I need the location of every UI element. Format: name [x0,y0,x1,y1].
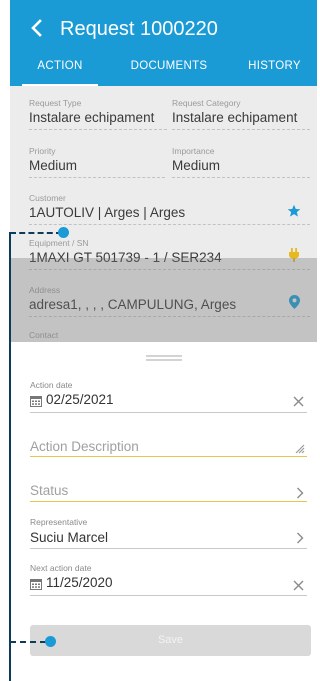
back-chevron-icon[interactable] [26,17,48,39]
request-type-value: Instalare echipament [29,109,167,130]
priority-field: Priority Medium [29,146,165,178]
equipment-label: Equipment / SN [29,238,89,248]
resize-icon [295,444,305,454]
action-description-input[interactable]: Action Description [30,439,139,454]
action-date-underline [30,412,307,413]
action-date-label: Action date [30,380,73,390]
clear-icon[interactable] [293,580,304,591]
request-category-value: Instalare echipament [172,109,310,130]
annotation-dot [58,227,69,238]
star-icon[interactable] [287,204,301,218]
tab-bar: ACTION DOCUMENTS HISTORY [10,58,317,86]
priority-value: Medium [29,157,165,178]
sheet-backdrop[interactable] [10,258,317,346]
request-type-field: Request Type Instalare echipament [29,98,167,130]
action-bottom-sheet: Action date 02/25/2021 Action Descriptio… [10,342,317,681]
tab-action[interactable]: ACTION [16,58,104,86]
request-category-field: Request Category Instalare echipament [172,98,310,130]
request-type-label: Request Type [29,98,82,108]
calendar-icon [30,579,42,590]
action-date-value[interactable]: 02/25/2021 [46,392,114,407]
next-action-date-label: Next action date [30,563,92,573]
status-underline [30,501,307,502]
clear-icon[interactable] [293,396,304,407]
representative-underline [30,548,307,549]
next-action-date-underline [30,595,307,596]
chevron-right-icon[interactable] [296,487,304,499]
priority-label: Priority [29,146,56,156]
annotation-connector [10,641,46,643]
annotation-line [9,232,11,681]
page-title: Request 1000220 [60,18,218,40]
status-select[interactable]: Status [30,483,68,498]
importance-label: Importance [172,146,215,156]
annotation-connector [10,232,62,234]
representative-label: Representative [30,517,88,527]
customer-field[interactable]: Customer 1AUTOLIV | Arges | Arges [29,193,310,225]
calendar-icon [30,396,42,407]
importance-value: Medium [172,157,310,178]
save-button[interactable]: Save [30,625,311,656]
customer-label: Customer [29,193,66,203]
tab-history[interactable]: HISTORY [232,58,317,86]
sheet-drag-handle[interactable] [146,355,182,361]
action-description-underline [30,456,307,457]
annotation-dot [45,636,56,647]
request-category-label: Request Category [172,98,241,108]
tab-documents[interactable]: DOCUMENTS [110,58,228,86]
chevron-right-icon[interactable] [296,532,304,544]
app-header: Request 1000220 ACTION DOCUMENTS HISTORY [10,0,317,86]
next-action-date-value[interactable]: 11/25/2020 [46,575,113,590]
phone-screen: Request 1000220 ACTION DOCUMENTS HISTORY… [10,0,317,681]
representative-value[interactable]: Suciu Marcel [30,530,108,545]
importance-field: Importance Medium [172,146,310,178]
customer-value: 1AUTOLIV | Arges | Arges [29,204,310,225]
